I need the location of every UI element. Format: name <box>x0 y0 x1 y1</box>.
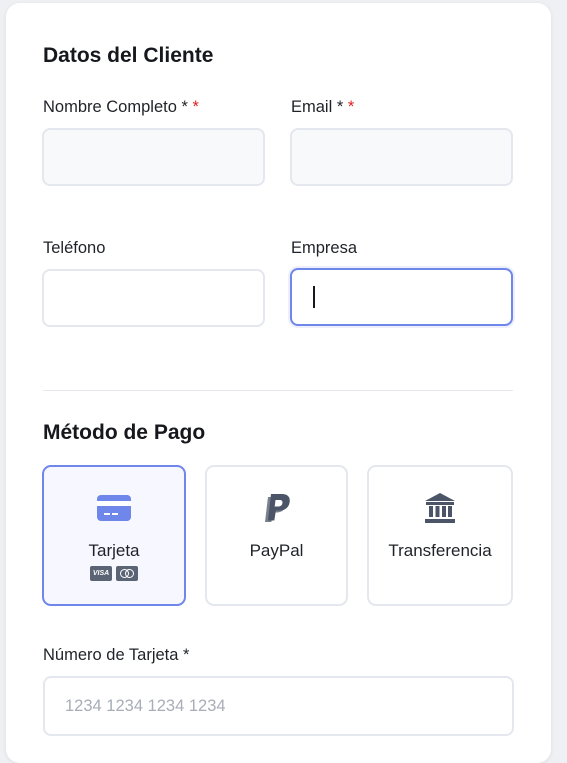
company-label: Empresa <box>291 239 358 257</box>
payment-section-title: Método de Pago <box>43 421 206 444</box>
full-name-label-text: Nombre Completo <box>43 98 177 116</box>
checkout-form-card: Datos del Cliente Nombre Completo * * Em… <box>6 3 551 763</box>
email-label: Email * * <box>291 98 354 117</box>
phone-label: Teléfono <box>43 239 106 257</box>
payment-option-card-label: Tarjeta <box>88 541 140 560</box>
section-divider <box>43 390 513 391</box>
mastercard-icon <box>116 566 138 581</box>
customer-section-title: Datos del Cliente <box>43 44 214 67</box>
payment-option-card[interactable]: Tarjeta VISA <box>42 465 186 606</box>
required-asterisk-red: * <box>192 98 199 116</box>
card-number-label-text: Número de Tarjeta <box>43 646 179 664</box>
card-number-input[interactable] <box>43 676 514 736</box>
credit-card-icon <box>44 491 184 525</box>
full-name-input[interactable] <box>42 128 265 186</box>
full-name-label: Nombre Completo * * <box>43 98 199 117</box>
visa-icon: VISA <box>90 566 112 581</box>
paypal-icon <box>207 491 346 525</box>
text-caret <box>313 286 315 308</box>
required-asterisk: * <box>336 98 344 116</box>
payment-option-paypal-label: PayPal <box>249 541 304 560</box>
phone-input[interactable] <box>42 269 265 327</box>
card-number-label: Número de Tarjeta * <box>43 646 189 665</box>
email-label-text: Email <box>291 98 333 116</box>
bank-icon <box>369 491 511 525</box>
payment-option-transfer[interactable]: Transferencia <box>367 465 513 606</box>
required-asterisk: * <box>183 646 190 664</box>
company-input[interactable] <box>290 268 513 326</box>
card-brands: VISA <box>44 566 184 581</box>
email-input[interactable] <box>290 128 513 186</box>
required-asterisk: * <box>181 98 188 116</box>
required-asterisk-red: * <box>347 98 355 116</box>
payment-option-transfer-label: Transferencia <box>388 541 492 560</box>
payment-option-paypal[interactable]: PayPal <box>205 465 348 606</box>
